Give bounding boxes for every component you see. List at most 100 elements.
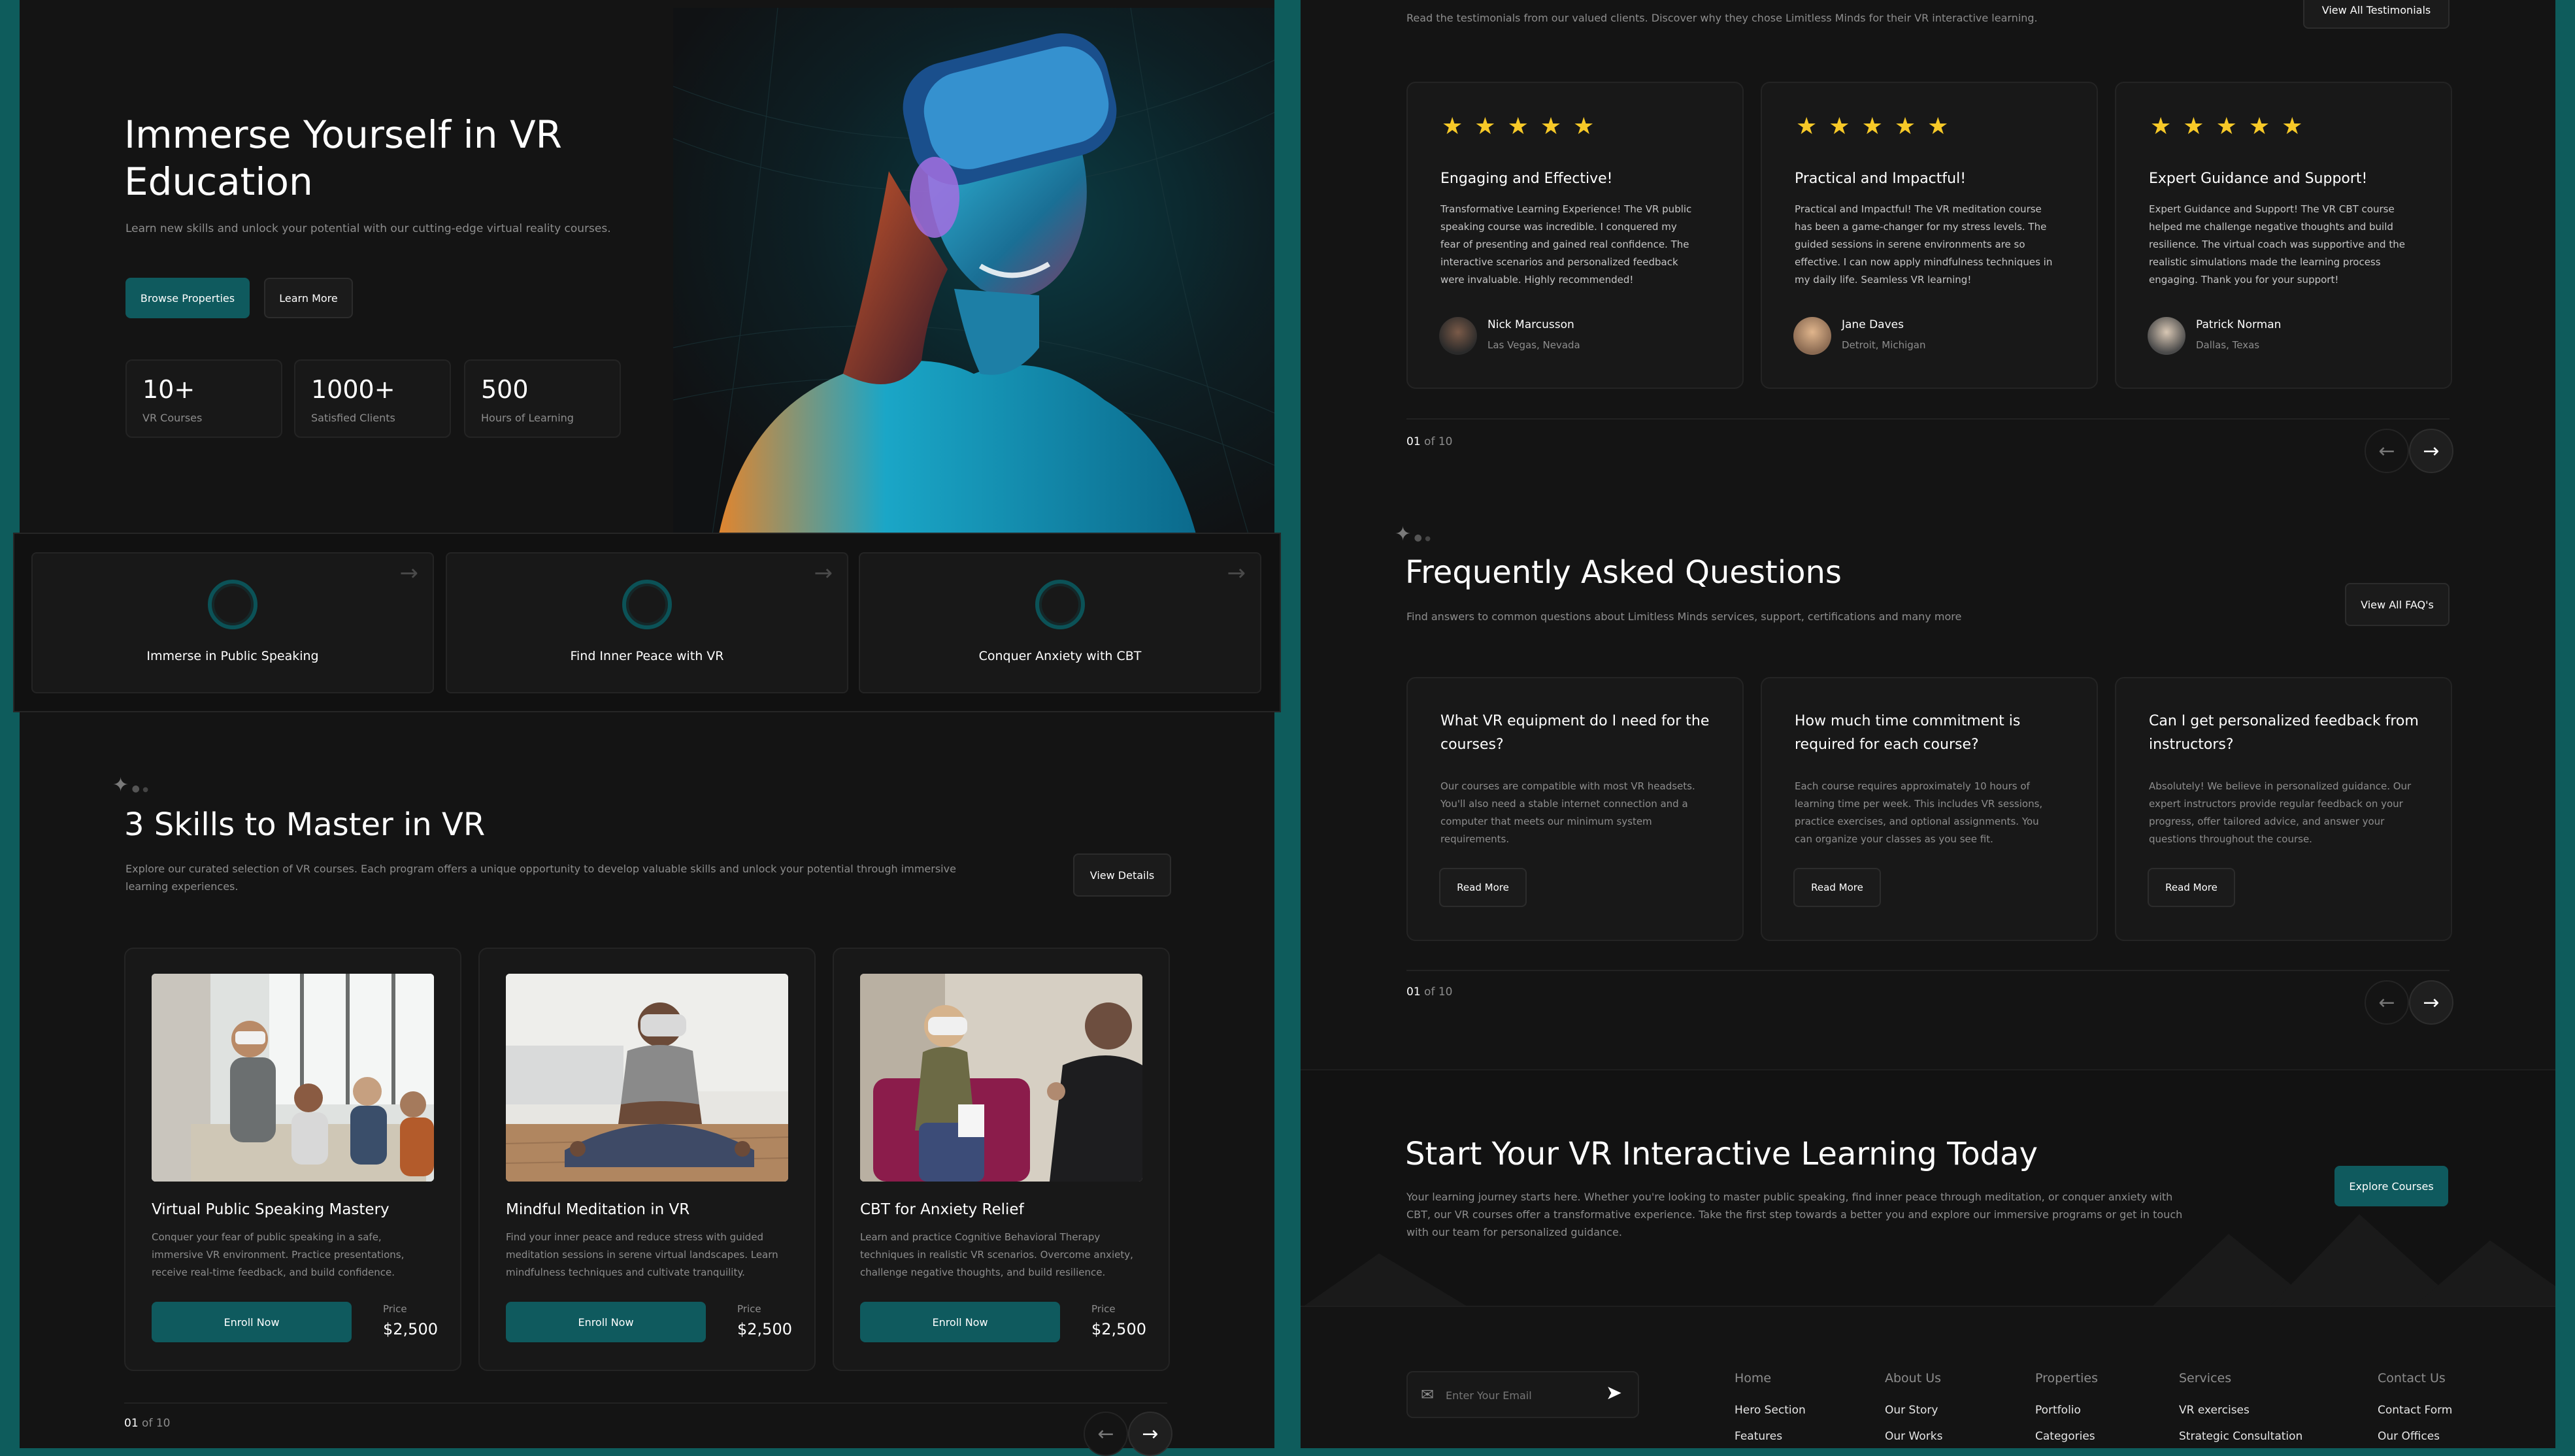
- prev-arrow-button[interactable]: ←: [1084, 1412, 1128, 1456]
- price-label: Price: [383, 1303, 407, 1315]
- read-more-button[interactable]: Read More: [2148, 868, 2235, 907]
- prev-arrow-button[interactable]: ←: [2365, 980, 2409, 1025]
- footer-heading: Services: [2179, 1371, 2232, 1385]
- stat-value: 1000+: [311, 375, 395, 404]
- explore-courses-button[interactable]: Explore Courses: [2334, 1166, 2448, 1206]
- faq-question: Can I get personalized feedback from inst…: [2149, 713, 2419, 753]
- faq-title: Frequently Asked Questions: [1405, 554, 1842, 591]
- feature-card-public-speaking[interactable]: → Immerse in Public Speaking: [31, 552, 434, 693]
- faq-divider: [1406, 970, 2450, 971]
- footer-col: Home Hero Section Features: [1735, 1371, 1806, 1443]
- avatar: [2148, 317, 2185, 355]
- send-icon[interactable]: ➤: [1606, 1382, 1622, 1404]
- footer-link[interactable]: Strategic Consultation: [2179, 1430, 2302, 1443]
- enroll-now-button[interactable]: Enroll Now: [506, 1302, 706, 1342]
- arrow-up-right-icon: →: [1227, 560, 1246, 586]
- faq-question: What VR equipment do I need for the cours…: [1440, 713, 1710, 753]
- testimonial-body: Expert Guidance and Support! The VR CBT …: [2149, 203, 2405, 286]
- enroll-now-label: Enroll Now: [578, 1315, 634, 1329]
- next-arrow-button[interactable]: →: [2409, 429, 2453, 473]
- next-arrow-button[interactable]: →: [2409, 980, 2453, 1025]
- avatar: [1439, 317, 1477, 355]
- footer-link[interactable]: Portfolio: [2035, 1404, 2098, 1417]
- stat-label: Hours of Learning: [481, 412, 574, 424]
- cta-body: Your learning journey starts here. Wheth…: [1406, 1191, 2183, 1238]
- view-all-testimonials-label: View All Testimonials: [2321, 3, 2431, 16]
- mail-icon: ✉: [1421, 1385, 1435, 1404]
- rating-stars: ★ ★ ★ ★ ★: [2150, 113, 2303, 140]
- enroll-now-button[interactable]: Enroll Now: [152, 1302, 352, 1342]
- arrow-up-right-icon: →: [399, 560, 419, 586]
- feature-label: Find Inner Peace with VR: [570, 649, 724, 663]
- footer-link[interactable]: Contact Form: [2378, 1404, 2452, 1417]
- faq-card: How much time commitment is required for …: [1761, 677, 2098, 941]
- faq-subtitle: Find answers to common questions about L…: [1406, 610, 1962, 623]
- footer-heading: Properties: [2035, 1371, 2099, 1385]
- footer-link[interactable]: VR exercises: [2179, 1404, 2302, 1417]
- testimonial-location: Detroit, Michigan: [1842, 339, 1926, 351]
- faq-question: How much time commitment is required for …: [1795, 713, 2021, 753]
- course-title: Mindful Meditation in VR: [506, 1201, 690, 1218]
- sparkle-icon: ✦ ● ●: [1395, 523, 1431, 546]
- feature-card-inner-peace[interactable]: → Find Inner Peace with VR: [446, 552, 848, 693]
- read-more-button[interactable]: Read More: [1793, 868, 1881, 907]
- email-input[interactable]: [1444, 1384, 1604, 1406]
- cta-title: Start Your VR Interactive Learning Today: [1405, 1136, 2038, 1172]
- sparkle-icon: ✦ ● ●: [112, 774, 148, 797]
- testimonial-title: Practical and Impactful!: [1795, 171, 1967, 187]
- course-image-public-speaking: [152, 974, 434, 1182]
- footer-link[interactable]: Hero Section: [1735, 1404, 1806, 1417]
- footer-heading: Contact Us: [2378, 1371, 2446, 1385]
- browse-properties-button[interactable]: Browse Properties: [125, 278, 250, 318]
- hero-title: Immerse Yourself in VR Education: [124, 112, 562, 204]
- browse-properties-label: Browse Properties: [140, 291, 235, 305]
- testimonial-body: Practical and Impactful! The VR meditati…: [1795, 203, 2053, 286]
- enroll-now-button[interactable]: Enroll Now: [860, 1302, 1060, 1342]
- learn-more-label: Learn More: [279, 291, 338, 305]
- explore-courses-label: Explore Courses: [2349, 1180, 2434, 1193]
- testimonial-location: Las Vegas, Nevada: [1487, 339, 1580, 351]
- footer-heading: Home: [1735, 1371, 1772, 1385]
- feature-card-anxiety-cbt[interactable]: → Conquer Anxiety with CBT: [859, 552, 1261, 693]
- read-more-button[interactable]: Read More: [1439, 868, 1527, 907]
- view-details-button[interactable]: View Details: [1073, 853, 1171, 897]
- view-all-testimonials-button[interactable]: View All Testimonials: [2303, 0, 2450, 29]
- faq-answer: Absolutely! We believe in personalized g…: [2149, 780, 2412, 845]
- view-all-faqs-button[interactable]: View All FAQ's: [2345, 583, 2450, 626]
- enroll-now-label: Enroll Now: [224, 1315, 280, 1329]
- skills-divider: [124, 1402, 1167, 1404]
- footer-col: Contact Us Contact Form Our Offices: [2378, 1371, 2452, 1443]
- enroll-now-label: Enroll Now: [932, 1315, 988, 1329]
- testimonial-name: Jane Daves: [1842, 318, 1904, 331]
- course-card: Mindful Meditation in VR Find your inner…: [478, 948, 816, 1371]
- testimonial-name: Nick Marcusson: [1487, 318, 1574, 331]
- testimonial-title: Engaging and Effective!: [1440, 171, 1613, 187]
- footer-col: About Us Our Story Our Works: [1885, 1371, 1942, 1443]
- hero-image: [673, 8, 1274, 534]
- footer-heading: About Us: [1885, 1371, 1942, 1385]
- testimonial-title: Expert Guidance and Support!: [2149, 171, 2368, 187]
- prev-arrow-button[interactable]: ←: [2365, 429, 2409, 473]
- stat-label: VR Courses: [142, 412, 203, 424]
- footer-link[interactable]: Our Story: [1885, 1404, 1942, 1417]
- footer-link[interactable]: Features: [1735, 1430, 1806, 1443]
- stat-value: 10+: [142, 375, 195, 404]
- footer-link[interactable]: Categories: [2035, 1430, 2098, 1443]
- stat-card: 1000+ Satisfied Clients: [294, 359, 451, 438]
- testimonial-body: Transformative Learning Experience! The …: [1440, 203, 1692, 286]
- faq-answer: Our courses are compatible with most VR …: [1440, 780, 1695, 845]
- stat-label: Satisfied Clients: [311, 412, 395, 424]
- footer-link[interactable]: Our Works: [1885, 1430, 1942, 1443]
- course-image-meditation: [506, 974, 788, 1182]
- price-value: $2,500: [737, 1320, 792, 1338]
- read-more-label: Read More: [1457, 882, 1509, 893]
- next-arrow-button[interactable]: →: [1128, 1412, 1172, 1456]
- course-image-cbt: [860, 974, 1142, 1182]
- learn-more-button[interactable]: Learn More: [264, 278, 353, 318]
- course-description: Conquer your fear of public speaking in …: [152, 1231, 405, 1278]
- faq-answer: Each course requires approximately 10 ho…: [1795, 780, 2043, 845]
- testimonials-pager: 01 of 10: [1406, 435, 1453, 448]
- course-title: CBT for Anxiety Relief: [860, 1201, 1024, 1218]
- feature-label: Conquer Anxiety with CBT: [978, 649, 1142, 663]
- footer-link[interactable]: Our Offices: [2378, 1430, 2452, 1443]
